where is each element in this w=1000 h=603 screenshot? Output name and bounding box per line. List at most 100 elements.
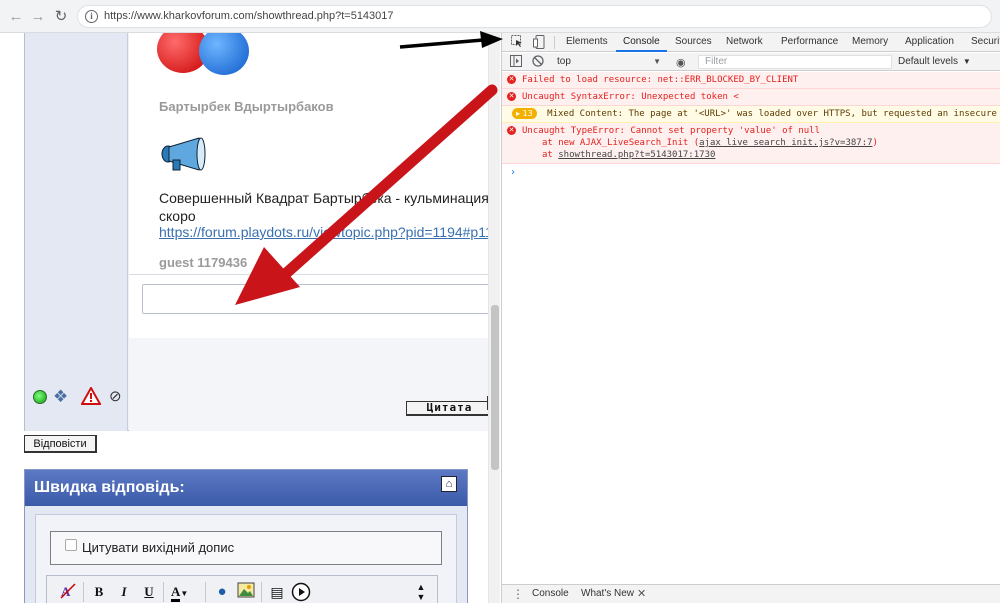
error-icon: ✕ [507, 92, 516, 101]
message-text: Uncaught SyntaxError: Unexpected token < [522, 92, 739, 102]
message-text: Mixed Content: The page at '<URL>' was l… [547, 109, 1000, 119]
quick-reply-body: Цитувати вихідний допис A B I U A▼ ● ▤ ▲… [35, 514, 457, 603]
console-warning[interactable]: ▸ 13 Mixed Content: The page at '<URL>' … [502, 106, 1000, 123]
bold-button[interactable]: B [92, 582, 106, 602]
quote-checkbox-label[interactable]: Цитувати вихідний допис [82, 540, 234, 555]
signature-link[interactable]: https://forum.playdots.ru/viewtopic.php?… [159, 224, 500, 240]
forum-post: Бартырбек Вдыртырбаков Совершенный Квадр… [24, 33, 500, 431]
quote-button[interactable]: Цитата [406, 401, 494, 416]
stack-line: at new AJAX_LiveSearch_Init (ajax_live_s… [522, 137, 1000, 149]
device-toolbar-icon[interactable] [532, 35, 546, 49]
scrollbar-thumb[interactable] [491, 305, 499, 470]
quick-reply-panel: Швидка відповідь: ⌂ Цитувати вихідний до… [24, 469, 468, 603]
post-content: Бартырбек Вдыртырбаков Совершенный Квадр… [129, 33, 500, 431]
divider [129, 274, 491, 275]
clear-console-icon[interactable] [531, 55, 545, 69]
console-error[interactable]: ✕ Uncaught SyntaxError: Unexpected token… [502, 89, 1000, 106]
forum-page: Бартырбек Вдыртырбаков Совершенный Квадр… [0, 33, 500, 603]
browser-toolbar: ← → ↻ i https://www.kharkovforum.com/sho… [0, 0, 1000, 33]
chevron-down-icon: ▼ [962, 57, 971, 66]
close-icon[interactable]: ✕ [637, 587, 646, 600]
console-toolbar: top ▼ ◉ Filter Default levels ▼ [502, 53, 1000, 71]
source-link[interactable]: ajax_live_search_init.js?v=387:7 [699, 138, 872, 148]
insert-video-icon[interactable] [291, 582, 311, 602]
tab-console[interactable]: Console [616, 33, 667, 52]
underline-button[interactable]: U [142, 582, 156, 602]
remove-format-icon[interactable]: A [59, 582, 77, 602]
quote-checkbox[interactable] [65, 539, 77, 551]
drawer-tab-whats-new[interactable]: What's New [581, 588, 634, 599]
empty-input-box[interactable] [142, 284, 500, 314]
warning-count: 13 [522, 109, 533, 118]
context-value: top [557, 56, 571, 67]
page-scrollbar[interactable] [488, 33, 500, 603]
blue-smiley-icon [199, 33, 249, 75]
stack-line: at showthread.php?t=5143017:1730 [522, 149, 1000, 161]
tab-security[interactable]: Security [971, 33, 1000, 52]
message-text: Failed to load resource: net::ERR_BLOCKE… [522, 75, 799, 85]
devtools-drawer: ⋮ Console What's New ✕ [502, 584, 1000, 603]
tab-network[interactable]: Network [726, 33, 763, 52]
insert-image-icon[interactable] [237, 582, 255, 602]
sidebar-toggle-icon[interactable] [509, 55, 523, 69]
italic-button[interactable]: I [117, 582, 131, 602]
font-color-button[interactable]: A▼ [171, 582, 195, 602]
back-arrow-icon[interactable]: ← [8, 9, 24, 25]
tab-application[interactable]: Application [905, 33, 954, 52]
toolbar-divider [205, 582, 206, 602]
tab-sources[interactable]: Sources [675, 33, 712, 52]
megaphone-icon [161, 137, 206, 171]
filter-input[interactable]: Filter [698, 55, 892, 69]
editor-toolbar: A B I U A▼ ● ▤ ▲ ▼ [46, 575, 438, 603]
online-status-icon [33, 390, 47, 404]
insert-link-icon[interactable]: ● [213, 582, 231, 602]
toolbar-divider [261, 582, 262, 602]
devtools-panel: Elements Console Sources Network Perform… [501, 33, 1000, 603]
console-error[interactable]: ✕ Failed to load resource: net::ERR_BLOC… [502, 72, 1000, 89]
collapse-icon[interactable]: ⌂ [441, 476, 457, 492]
quote-option-box: Цитувати вихідний допис [50, 531, 442, 565]
post-author-column [25, 33, 128, 431]
address-bar[interactable]: i https://www.kharkovforum.com/showthrea… [77, 5, 992, 28]
drawer-tab-console[interactable]: Console [532, 588, 569, 599]
tab-elements[interactable]: Elements [566, 33, 608, 52]
tab-performance[interactable]: Performance [781, 33, 838, 52]
users-icon[interactable]: ❖ [53, 387, 68, 407]
more-menu-icon[interactable]: ⋮ [512, 587, 524, 601]
message-text: Uncaught TypeError: Cannot set property … [522, 126, 821, 136]
resize-arrows-icon[interactable]: ▲ ▼ [415, 582, 427, 602]
font-color-letter: A [171, 584, 181, 602]
toolbar-divider [163, 582, 164, 602]
url-text[interactable]: https://www.kharkovforum.com/showthread.… [104, 10, 394, 22]
console-prompt[interactable]: › [502, 164, 1000, 178]
quick-reply-header: Швидка відповідь: ⌂ [25, 470, 467, 506]
reply-button[interactable]: Відповісти [24, 435, 97, 453]
forward-arrow-icon[interactable]: → [30, 9, 46, 25]
stack-line-suffix: ) [872, 138, 878, 148]
live-expression-eye-icon[interactable]: ◉ [676, 56, 686, 69]
tab-memory[interactable]: Memory [852, 33, 888, 52]
reload-icon[interactable]: ↻ [53, 9, 69, 25]
stack-line-prefix: at [542, 150, 559, 160]
tab-divider [554, 36, 555, 49]
quote-insert-icon[interactable]: ▤ [269, 582, 285, 602]
console-error[interactable]: ✕ Uncaught TypeError: Cannot set propert… [502, 123, 1000, 164]
toolbar-divider [83, 582, 84, 602]
levels-dropdown[interactable]: Default levels ▼ [898, 53, 971, 71]
stack-line-prefix: at new AJAX_LiveSearch_Init ( [542, 138, 700, 148]
signature-text: Совершенный Квадрат Бартырбека - кульмин… [159, 190, 489, 224]
attachment-icon[interactable]: ⊘ [109, 387, 122, 405]
levels-label: Default levels [898, 56, 959, 67]
inspect-element-icon[interactable] [510, 35, 524, 49]
console-messages: ✕ Failed to load resource: net::ERR_BLOC… [502, 72, 1000, 582]
warning-icon[interactable] [80, 385, 102, 408]
context-selector[interactable]: top ▼ [557, 53, 663, 71]
site-info-icon[interactable]: i [85, 10, 98, 23]
error-icon: ✕ [507, 75, 516, 84]
warning-count-badge: ▸ 13 [512, 108, 537, 119]
devtools-tabbar: Elements Console Sources Network Perform… [502, 33, 1000, 52]
source-link[interactable]: showthread.php?t=5143017:1730 [558, 150, 715, 160]
error-icon: ✕ [507, 126, 516, 135]
quick-reply-title: Швидка відповідь: [34, 479, 185, 496]
guest-counter: guest 1179436 [159, 255, 248, 270]
